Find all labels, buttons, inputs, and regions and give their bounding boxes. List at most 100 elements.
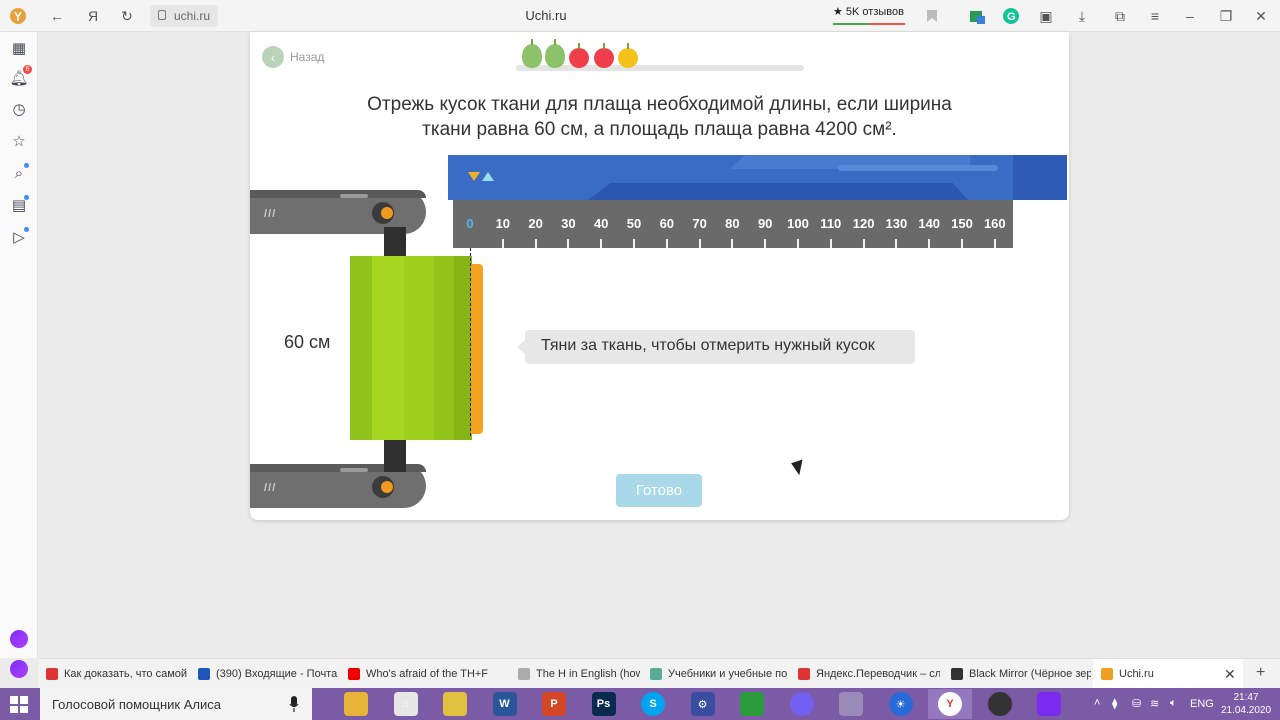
- photoshop-glyph: Ps: [591, 692, 616, 716]
- ruler-label: 100: [787, 216, 809, 231]
- collections-icon[interactable]: ▣: [1036, 6, 1056, 26]
- tab-label: The H in English (how to: [536, 668, 640, 680]
- pear-icon: [545, 39, 565, 68]
- ruler-label: 50: [626, 216, 642, 231]
- close-tab-icon[interactable]: ✕: [1224, 666, 1236, 683]
- downloads-icon[interactable]: ⤓: [1072, 6, 1092, 26]
- ruler-label: 0: [466, 216, 474, 231]
- cloud-app-icon[interactable]: [730, 689, 774, 719]
- settings-glyph: ⚙: [690, 692, 715, 716]
- ruler-tick: [534, 239, 537, 248]
- tab-favicon-icon: [650, 668, 662, 680]
- files-icon[interactable]: [433, 689, 477, 719]
- history-clock-icon[interactable]: ◷: [9, 99, 29, 119]
- svg-text:G: G: [1007, 11, 1016, 23]
- home-glyph: ⌂: [393, 692, 418, 716]
- weather-icon[interactable]: ☀: [879, 689, 923, 719]
- bookmark-icon[interactable]: [922, 6, 942, 26]
- restore-icon[interactable]: ❐: [1216, 6, 1236, 26]
- ruler-tick: [862, 239, 865, 248]
- tab-label: Учебники и учебные по: [668, 668, 788, 680]
- notifications-bell-icon[interactable]: 🔔︎ 6: [9, 65, 32, 88]
- done-button[interactable]: Готово: [616, 474, 702, 507]
- photoshop-icon[interactable]: Ps: [582, 689, 626, 719]
- notes-icon[interactable]: ▤: [9, 195, 29, 215]
- weather-glyph: ☀: [888, 692, 913, 716]
- hint-tooltip: Тяни за ткань, чтобы отмерить нужный кус…: [517, 330, 915, 364]
- network-icon[interactable]: ⛁: [1132, 697, 1141, 710]
- ruler-label: 10: [495, 216, 511, 231]
- language-indicator[interactable]: ENG: [1190, 698, 1214, 710]
- browser-tab[interactable]: Who's afraid of the TH+F: [340, 659, 508, 689]
- paint-icon[interactable]: [829, 689, 873, 719]
- tab-favicon-icon: [518, 668, 530, 680]
- new-tab-icon[interactable]: +: [1256, 664, 1265, 682]
- close-window-icon[interactable]: ✕: [1251, 6, 1271, 26]
- obs-icon[interactable]: [978, 689, 1022, 719]
- back-label: Назад: [290, 50, 325, 64]
- browser-tab[interactable]: (390) Входящие - Почта: [190, 659, 338, 689]
- ruler-label: 30: [561, 216, 576, 231]
- browser-tab[interactable]: Учебники и учебные по: [642, 659, 788, 689]
- back-button[interactable]: ‹ Назад: [262, 46, 324, 68]
- dropbox-icon[interactable]: ⧫: [1112, 697, 1117, 710]
- tab-label: Яндекс.Переводчик – сл: [816, 668, 940, 680]
- volume-icon[interactable]: 🔈︎: [1170, 697, 1177, 710]
- ruler-tick: [764, 239, 767, 248]
- tray-expand-icon[interactable]: ˄: [1094, 697, 1100, 709]
- notification-badge: 6: [23, 65, 32, 74]
- sidebar-toggle-icon[interactable]: ⧉: [1110, 6, 1130, 26]
- favorites-star-icon[interactable]: ☆: [9, 131, 29, 151]
- minimize-icon[interactable]: –: [1180, 6, 1200, 26]
- skype-icon[interactable]: S: [631, 689, 675, 719]
- ruler-tick: [895, 239, 898, 248]
- apple-icon: [569, 43, 589, 68]
- menu-icon[interactable]: ≡: [1145, 6, 1165, 26]
- word-icon[interactable]: W: [483, 689, 527, 719]
- browser-tab[interactable]: Как доказать, что самой: [38, 659, 188, 689]
- back-arrow-icon: ‹: [262, 46, 284, 68]
- wifi-icon[interactable]: ≋: [1150, 697, 1159, 710]
- word-glyph: W: [492, 692, 517, 716]
- grammarly-icon[interactable]: G: [1001, 6, 1021, 26]
- microphone-icon[interactable]: [289, 696, 299, 712]
- task-text: Отрежь кусок ткани для плаща необходимой…: [250, 92, 1069, 142]
- orange-icon: [618, 43, 638, 68]
- clock-date: 21.04.2020: [1220, 705, 1272, 716]
- ruler-label: 110: [820, 216, 842, 231]
- clock-time: 21:47: [1233, 692, 1259, 703]
- browser-tab[interactable]: Black Mirror (Чёрное зер: [943, 659, 1091, 689]
- play-icon[interactable]: ▷: [9, 227, 29, 247]
- clock[interactable]: 21:47 21.04.2020: [1218, 691, 1274, 717]
- ruler-label: 70: [692, 216, 707, 231]
- fabric-roll[interactable]: [350, 256, 472, 440]
- alice-voice-icon[interactable]: [10, 660, 28, 678]
- browser-tab[interactable]: Uchi.ru: [1093, 659, 1243, 689]
- extension-icon[interactable]: [967, 6, 987, 26]
- ruler-tick: [797, 239, 799, 248]
- search-doc-icon[interactable]: ⌕: [9, 163, 29, 183]
- file-explorer-icon[interactable]: [334, 689, 378, 719]
- ruler-tick: [961, 239, 963, 248]
- powerpoint-icon[interactable]: P: [532, 689, 576, 719]
- skype-glyph: S: [641, 692, 665, 716]
- yandex-browser-icon[interactable]: Y: [928, 689, 972, 719]
- viber-icon[interactable]: [780, 689, 824, 719]
- ruler-tick: [665, 239, 668, 248]
- file-explorer-glyph: [344, 692, 368, 716]
- windows-taskbar: Голосовой помощник Алиса ⌂ W P Ps S ⚙ ☀ Y ˄ ⧫ ⛁…: [0, 688, 1280, 720]
- search-app-icon[interactable]: [1027, 689, 1071, 719]
- browser-tab[interactable]: Яндекс.Переводчик – сл: [790, 659, 940, 689]
- fabric-pull-handle[interactable]: [471, 264, 483, 434]
- home-icon[interactable]: ⌂: [384, 689, 428, 719]
- ruler-label: 90: [757, 216, 773, 231]
- ruler-label: 60: [659, 216, 675, 231]
- reviews-badge[interactable]: ★ 5K отзывов: [833, 5, 905, 25]
- files-glyph: [443, 692, 467, 716]
- settings-icon[interactable]: ⚙: [681, 689, 725, 719]
- browser-tab[interactable]: The H in English (how to: [510, 659, 640, 689]
- apps-grid-icon[interactable]: ▦: [9, 38, 29, 58]
- alice-assistant-icon[interactable]: [10, 630, 28, 648]
- taskbar-search-input[interactable]: Голосовой помощник Алиса: [40, 688, 312, 720]
- windows-start-icon[interactable]: [10, 696, 28, 713]
